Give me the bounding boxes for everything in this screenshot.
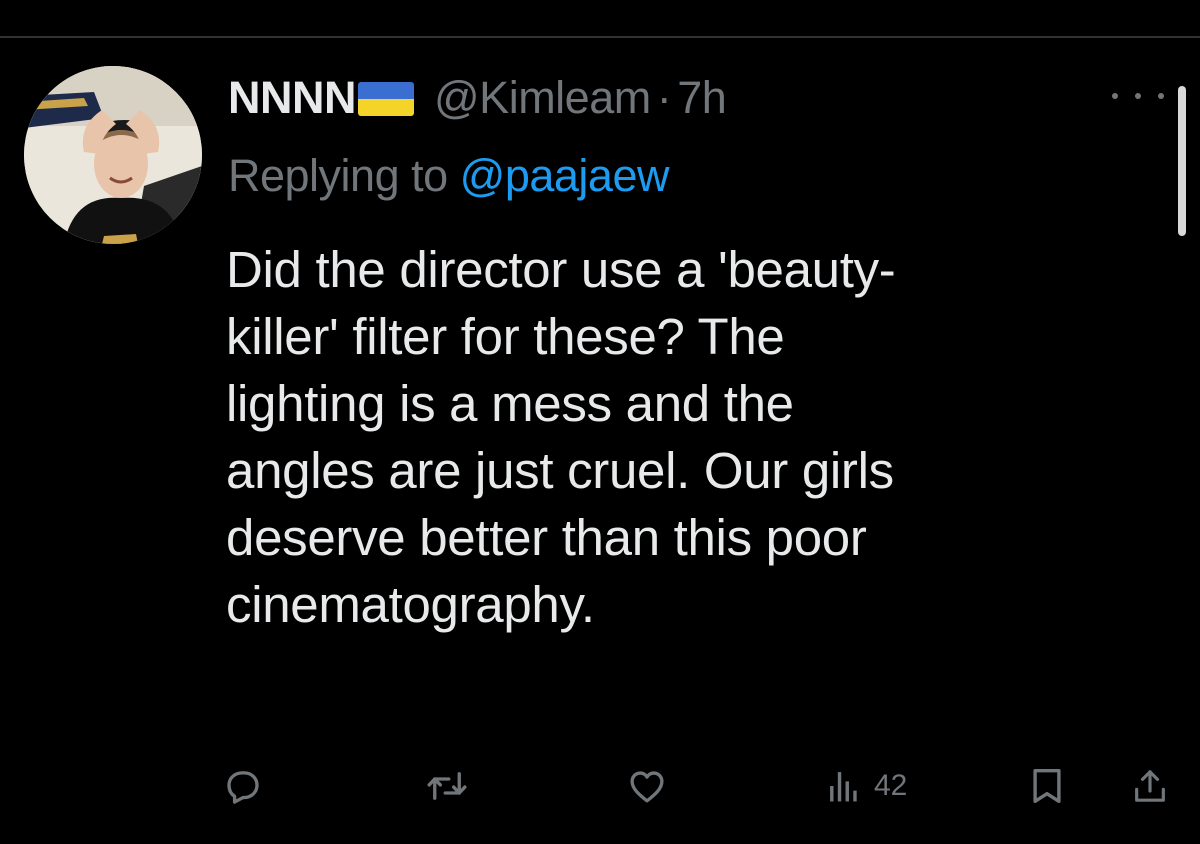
tweet-text-line: Did the director use a 'beauty-: [226, 241, 896, 298]
more-dot-icon: [1112, 93, 1118, 99]
user-handle[interactable]: @Kimleam: [434, 72, 651, 124]
timestamp[interactable]: 7h: [677, 72, 727, 124]
more-dot-icon: [1135, 93, 1141, 99]
reply-icon: [227, 771, 259, 804]
more-dot-icon: [1158, 93, 1164, 99]
tweet-text-line: cinematography.: [226, 576, 595, 633]
share-button[interactable]: [1130, 756, 1170, 816]
repost-button[interactable]: [424, 756, 470, 816]
avatar-photo: [24, 66, 202, 244]
bookmark-button[interactable]: [1030, 756, 1064, 816]
tweet-text: Did the director use a 'beauty- killer' …: [226, 236, 1166, 638]
reply-button[interactable]: [222, 756, 264, 816]
separator-dot: ·: [656, 72, 672, 123]
tweet-text-line: killer' filter for these? The: [226, 308, 785, 365]
heart-icon: [630, 771, 664, 803]
top-divider: [0, 36, 1200, 38]
reply-to-handle[interactable]: @paajaew: [460, 150, 670, 201]
views-button[interactable]: 42: [828, 756, 907, 816]
tweet-text-line: angles are just cruel. Our girls: [226, 442, 894, 499]
replying-to-line: Replying to @paajaew: [228, 150, 669, 202]
views-count: 42: [874, 769, 908, 802]
repost-icon: [427, 772, 467, 800]
avatar[interactable]: [24, 66, 202, 244]
tweet-header: NNNN @Kimleam · 7h: [228, 68, 727, 128]
like-button[interactable]: [626, 756, 668, 816]
share-icon: [1135, 770, 1165, 802]
bookmark-icon: [1033, 769, 1061, 804]
tweet-text-line: lighting is a mess and the: [226, 375, 794, 432]
ukraine-flag-icon: [358, 82, 414, 116]
more-options-button[interactable]: [1112, 84, 1164, 108]
views-icon: [830, 772, 857, 802]
scrollbar[interactable]: [1178, 86, 1186, 236]
tweet-text-line: deserve better than this poor: [226, 509, 867, 566]
display-name[interactable]: NNNN: [228, 72, 357, 124]
replying-to-label: Replying to: [228, 150, 448, 201]
action-bar: 42: [0, 756, 1200, 816]
